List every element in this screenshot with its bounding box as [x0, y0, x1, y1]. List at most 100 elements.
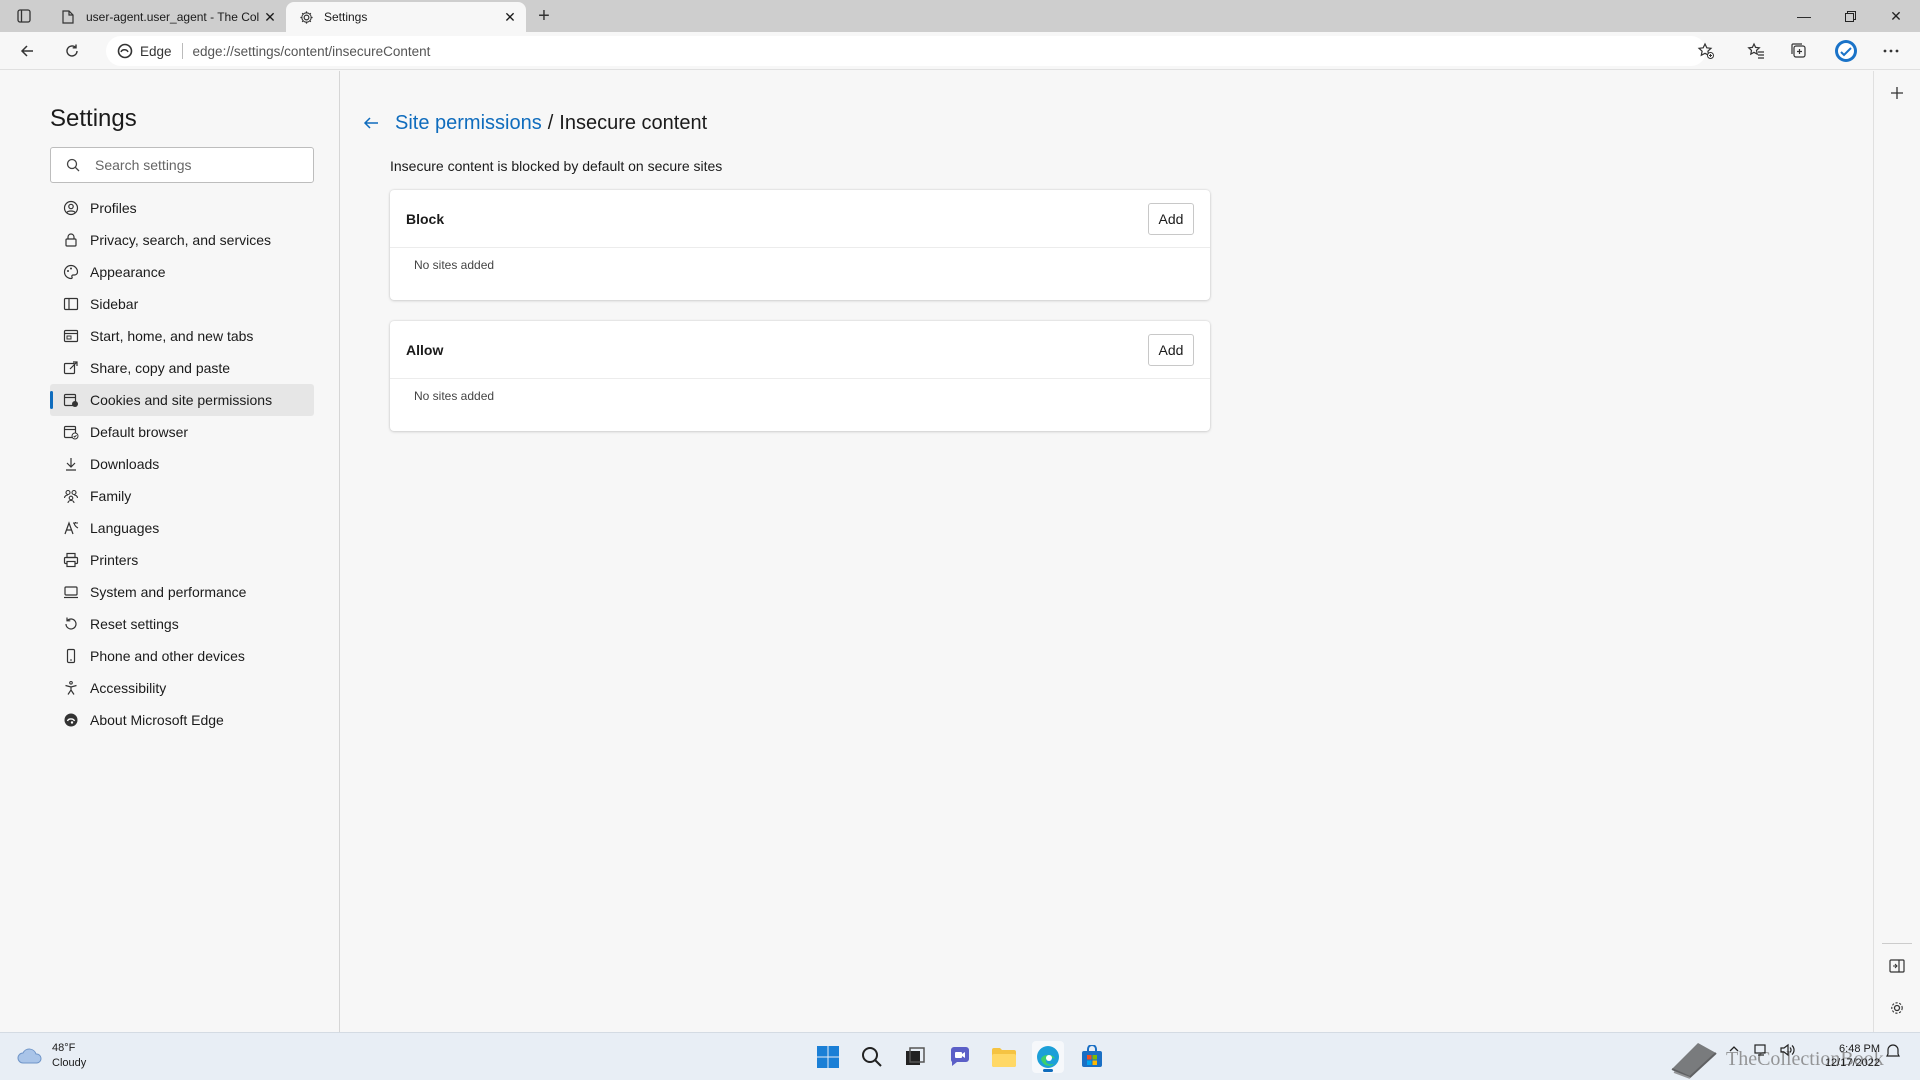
file-explorer-button[interactable] [988, 1041, 1020, 1073]
allow-add-button[interactable]: Add [1148, 333, 1194, 366]
sidebar-item-default-browser[interactable]: Default browser [50, 416, 314, 448]
collections-button[interactable] [1784, 37, 1814, 65]
sidebar-item-downloads[interactable]: Downloads [50, 448, 314, 480]
tab-user-agent[interactable]: user-agent.user_agent - The Coll ✕ [48, 2, 286, 32]
restore-button[interactable] [1827, 0, 1873, 32]
chat-button[interactable] [944, 1041, 976, 1073]
phone-icon [62, 647, 80, 665]
minimize-button[interactable]: — [1781, 0, 1827, 32]
back-arrow-button[interactable] [359, 111, 383, 135]
sidebar-item-label: Start, home, and new tabs [90, 328, 254, 344]
sidebar-item-about[interactable]: About Microsoft Edge [50, 704, 314, 736]
sidebar-item-label: Sidebar [90, 296, 139, 312]
languages-icon [62, 519, 80, 537]
add-favorite-button[interactable] [1691, 37, 1721, 65]
appearance-icon [62, 263, 80, 281]
search-settings-box[interactable] [50, 147, 314, 183]
url-text: edge://settings/content/insecureContent [192, 43, 431, 59]
sidebar-item-profiles[interactable]: Profiles [50, 192, 314, 224]
volume-button[interactable] [1780, 1043, 1796, 1060]
edge-sidebar-divider [1882, 943, 1912, 944]
sidebar-item-label: Printers [90, 552, 139, 568]
address-separator [181, 43, 183, 59]
sidebar-item-phone[interactable]: Phone and other devices [50, 640, 314, 672]
allow-section: Allow Add No sites added [390, 321, 1210, 431]
default-browser-icon [62, 423, 80, 441]
sidebar-item-sidebar[interactable]: Sidebar [50, 288, 314, 320]
clock[interactable]: 6:48 PM 12/17/2022 [1808, 1042, 1880, 1070]
notification-icon [1886, 1044, 1900, 1057]
sidebar-item-cookies[interactable]: Cookies and site permissions [50, 384, 314, 416]
block-add-button[interactable]: Add [1148, 202, 1194, 235]
sidebar-item-label: Profiles [90, 200, 137, 216]
tab-settings[interactable]: Settings ✕ [286, 2, 526, 32]
add-sidebar-app-button[interactable] [1885, 81, 1909, 105]
sidebar-item-label: System and performance [90, 584, 247, 600]
sidebar-item-reset[interactable]: Reset settings [50, 608, 314, 640]
breadcrumb-separator: / [547, 111, 554, 134]
tab-title: user-agent.user_agent - The Coll [86, 10, 260, 24]
main-content: Site permissions / Insecure content Inse… [341, 71, 1873, 1032]
panel-icon [1889, 959, 1905, 973]
breadcrumb-site-permissions-link[interactable]: Site permissions [395, 112, 542, 135]
start-button[interactable] [812, 1041, 844, 1073]
sidebar-item-system[interactable]: System and performance [50, 576, 314, 608]
network-button[interactable] [1754, 1043, 1770, 1060]
sidebar-settings-button[interactable] [1885, 996, 1909, 1020]
sidebar-item-start-home[interactable]: Start, home, and new tabs [50, 320, 314, 352]
search-input[interactable] [95, 157, 295, 173]
edge-taskbar-button[interactable] [1032, 1041, 1064, 1073]
settings-title: Settings [50, 105, 137, 132]
chat-icon [951, 1047, 969, 1066]
edge-logo-icon [1037, 1046, 1059, 1068]
favorites-button[interactable] [1741, 37, 1771, 65]
edge-logo-icon [62, 711, 80, 729]
sidebar-item-label: Family [90, 488, 132, 504]
close-tab-icon[interactable]: ✕ [500, 7, 520, 27]
store-icon [1082, 1045, 1102, 1067]
cloud-icon [17, 1048, 42, 1064]
new-tab-button[interactable]: + [532, 4, 556, 28]
sidebar-item-share[interactable]: Share, copy and paste [50, 352, 314, 384]
profile-button[interactable] [1831, 37, 1861, 65]
tab-actions-icon [17, 9, 31, 23]
favorites-icon [1747, 42, 1764, 59]
sidebar-item-languages[interactable]: Languages [50, 512, 314, 544]
gear-icon [298, 9, 314, 25]
page-title: Insecure content [559, 111, 708, 134]
speaker-icon [1780, 1043, 1795, 1057]
close-window-button[interactable]: ✕ [1873, 0, 1919, 32]
sidebar-item-printers[interactable]: Printers [50, 544, 314, 576]
notifications-button[interactable] [1886, 1043, 1900, 1062]
sidebar-item-accessibility[interactable]: Accessibility [50, 672, 314, 704]
settings-nav: Profiles Privacy, search, and services A… [50, 192, 314, 736]
cookies-icon [62, 391, 80, 409]
back-button[interactable] [13, 37, 41, 65]
sidebar-item-label: Phone and other devices [90, 648, 245, 664]
weather-widget[interactable]: 48°F Cloudy [16, 1041, 86, 1071]
accessibility-icon [62, 679, 80, 697]
breadcrumb: Site permissions / Insecure content [359, 111, 707, 135]
sidebar-item-label: Default browser [90, 424, 189, 440]
weather-desc: Cloudy [52, 1057, 87, 1069]
taskbar-search-button[interactable] [856, 1041, 888, 1073]
sidebar-item-family[interactable]: Family [50, 480, 314, 512]
more-button[interactable] [1876, 37, 1906, 65]
plus-icon [1891, 87, 1903, 99]
task-view-button[interactable] [899, 1041, 931, 1073]
folder-icon [992, 1048, 1016, 1067]
hide-sidebar-button[interactable] [1885, 954, 1909, 978]
sidebar-item-label: About Microsoft Edge [90, 712, 224, 728]
tab-actions-button[interactable] [12, 6, 36, 26]
store-button[interactable] [1076, 1041, 1108, 1073]
sidebar-icon [62, 295, 80, 313]
close-tab-icon[interactable]: ✕ [260, 7, 280, 27]
address-bar[interactable]: Edge edge://settings/content/insecureCon… [106, 36, 1706, 66]
tray-overflow-button[interactable] [1728, 1043, 1740, 1058]
collections-icon [1791, 43, 1806, 58]
sidebar-item-appearance[interactable]: Appearance [50, 256, 314, 288]
avatar-icon [1835, 40, 1857, 62]
sidebar-item-privacy[interactable]: Privacy, search, and services [50, 224, 314, 256]
refresh-button[interactable] [58, 37, 86, 65]
block-section-header: Block Add [390, 190, 1210, 248]
